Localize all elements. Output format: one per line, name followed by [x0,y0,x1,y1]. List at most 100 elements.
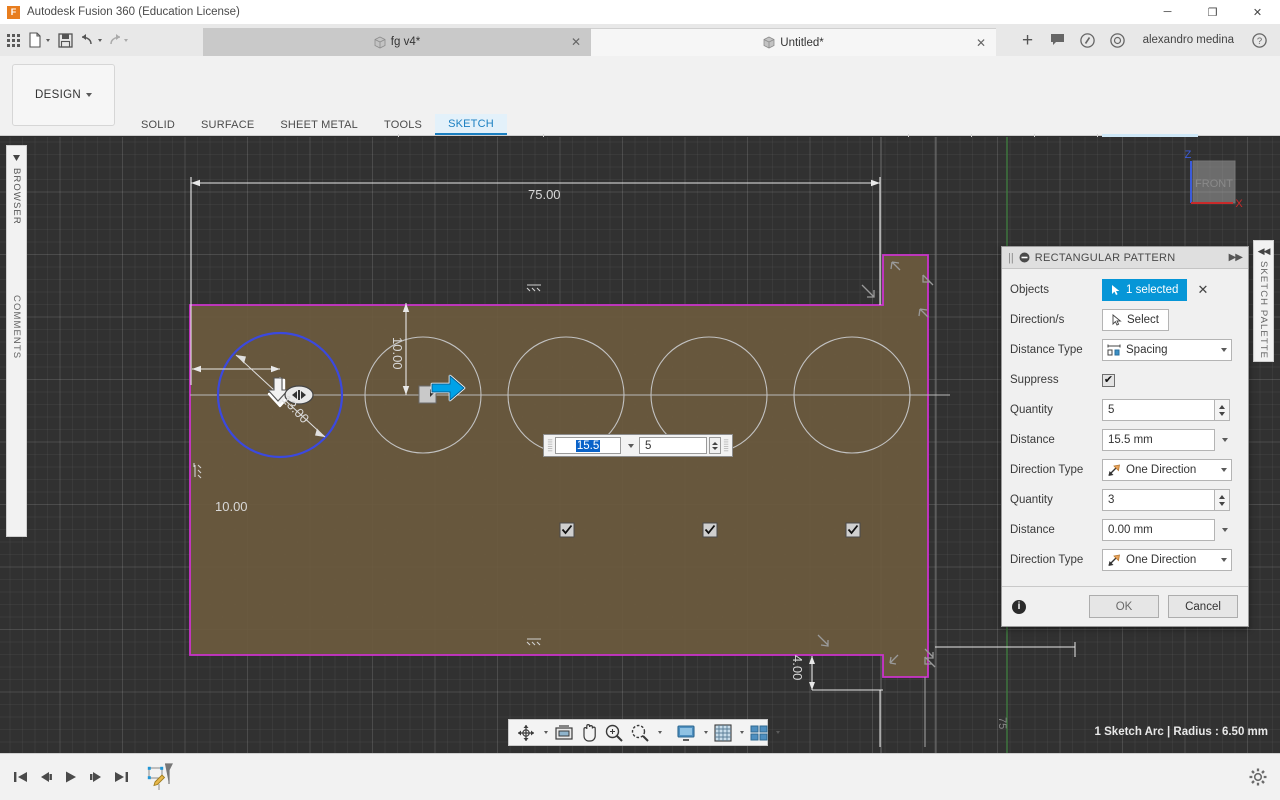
zoom-window-icon[interactable] [627,720,653,745]
inline-distance-input[interactable]: 15.5 [555,437,621,454]
zoom-icon[interactable] [601,720,627,745]
dimension-horizontal-offset[interactable]: 10.00 [215,499,248,514]
drag-handle-icon[interactable] [723,438,729,453]
ok-button[interactable]: OK [1089,595,1159,618]
sidebar-item-browser[interactable]: BROWSER [11,168,22,225]
rectangular-pattern-dialog[interactable]: || RECTANGULAR PATTERN ▶▶ Objects 1 sele… [1001,246,1249,627]
left-dock: BROWSER COMMENTS [6,145,27,537]
label-distance-1: Distance [1010,434,1055,446]
cancel-button[interactable]: Cancel [1168,595,1238,618]
tab-sheet-metal[interactable]: SHEET METAL [267,114,371,135]
orbit-icon[interactable] [513,720,539,745]
sidebar-item-sketch-palette[interactable]: SKETCH PALETTE [1258,261,1269,359]
directions-selection-button[interactable]: Select [1102,309,1169,331]
settings-gear-icon[interactable] [1248,767,1268,787]
distance-type-dropdown[interactable]: Spacing [1102,339,1232,361]
inline-value-editor[interactable]: 15.5 5 [543,434,733,457]
inline-quantity-input[interactable]: 5 [639,437,708,454]
tab-sketch[interactable]: SKETCH [435,114,507,135]
viewports-dropdown-icon[interactable] [771,720,783,745]
objects-clear-icon[interactable]: ✕ [1197,282,1208,298]
field-directions: Direction/s Select [1010,305,1238,335]
info-icon[interactable]: i [1012,599,1026,614]
sidebar-item-comments[interactable]: COMMENTS [11,295,22,359]
dimension-width[interactable]: 75.00 [528,187,561,202]
viewports-icon[interactable] [747,720,771,745]
undo-icon[interactable] [78,24,104,56]
zoom-dropdown-icon[interactable] [653,720,665,745]
close-button[interactable]: ✕ [1235,0,1280,24]
dock-pin-icon[interactable] [11,151,22,162]
drag-handle-icon[interactable] [547,438,553,453]
view-cube[interactable]: FRONT Z X [1175,147,1245,217]
display-dropdown-icon[interactable] [699,720,711,745]
quantity-2-input[interactable]: 3 [1102,489,1215,511]
distance-1-dropdown-icon[interactable] [1215,438,1232,442]
job-status-icon[interactable] [1103,24,1133,56]
dialog-grip-icon[interactable]: || [1008,252,1014,264]
quantity-1-spinner[interactable] [1215,399,1230,421]
dialog-expand-icon[interactable]: ▶▶ [1229,252,1243,263]
tab-solid[interactable]: SOLID [128,114,188,135]
direction-type-2-dropdown[interactable]: One Direction [1102,549,1232,571]
tab-surface[interactable]: SURFACE [188,114,267,135]
label-direction-type-1: Direction Type [1010,464,1084,476]
go-to-start-icon[interactable] [8,761,33,793]
dialog-collapse-icon[interactable] [1019,252,1030,263]
status-message: 1 Sketch Arc | Radius : 6.50 mm [1094,726,1268,738]
redo-icon[interactable] [104,24,130,56]
fit-view-icon[interactable] [551,720,577,745]
username-label[interactable]: alexandro medina [1133,34,1244,46]
label-suppress: Suppress [1010,374,1059,386]
right-dock: ◀◀ SKETCH PALETTE [1253,240,1274,362]
quantity-1-input[interactable]: 5 [1102,399,1215,421]
objects-selection-value: 1 selected [1126,284,1179,296]
pan-icon[interactable] [577,720,601,745]
document-tab-close-icon[interactable]: ✕ [976,36,986,50]
app-grid-icon[interactable] [0,24,26,56]
cursor-icon [1112,285,1120,295]
dimension-vertical-offset[interactable]: 10.00 [390,337,405,370]
orbit-dropdown-icon[interactable] [539,720,551,745]
dialog-header[interactable]: || RECTANGULAR PATTERN ▶▶ [1002,247,1248,269]
dimension-notch-depth[interactable]: 4.00 [790,655,805,680]
help-icon[interactable]: ? [1244,24,1274,56]
distance-2-dropdown-icon[interactable] [1215,528,1232,532]
new-file-icon[interactable] [26,24,52,56]
collapse-left-icon[interactable]: ◀◀ [1258,246,1271,257]
play-icon[interactable] [58,761,83,793]
quick-access-toolbar: fg v4* ✕ Untitled* ✕ + alexandro medina … [0,24,1280,56]
workspace-switcher-design[interactable]: DESIGN [12,64,115,126]
grid-snap-icon[interactable] [711,720,735,745]
minimize-button[interactable]: ─ [1145,0,1190,24]
maximize-button[interactable]: ❐ [1190,0,1235,24]
inline-quantity-spinner[interactable] [709,437,721,454]
ribbon: DESIGN SOLID SURFACE SHEET METAL TOOLS S… [0,56,1280,192]
go-to-end-icon[interactable] [108,761,133,793]
grid-dropdown-icon[interactable] [735,720,747,745]
sketch-feature-icon[interactable] [143,761,177,793]
document-tab-untitled[interactable]: Untitled* ✕ [591,28,996,56]
save-icon[interactable] [52,24,78,56]
document-tab-label: fg v4* [390,36,421,48]
suppress-checkbox[interactable]: ✔ [1102,373,1115,387]
distance-2-input[interactable]: 0.00 mm [1102,519,1215,541]
step-forward-icon[interactable] [83,761,108,793]
objects-selection-button[interactable]: 1 selected [1102,279,1188,301]
help-tour-icon[interactable] [1073,24,1103,56]
field-suppress: Suppress ✔ [1010,365,1238,395]
chevron-down-icon [1221,558,1227,562]
tab-tools[interactable]: TOOLS [371,114,435,135]
document-tab-close-icon[interactable]: ✕ [571,35,581,49]
step-back-icon[interactable] [33,761,58,793]
display-settings-icon[interactable] [673,720,699,745]
document-tab-fg[interactable]: fg v4* ✕ [203,28,591,56]
spacing-icon [1107,344,1121,355]
direction-type-1-dropdown[interactable]: One Direction [1102,459,1232,481]
inline-distance-dropdown-icon[interactable] [623,437,637,454]
add-tab-button[interactable]: + [1013,24,1043,56]
quantity-2-spinner[interactable] [1215,489,1230,511]
timeline-bar [0,753,1280,800]
distance-1-input[interactable]: 15.5 mm [1102,429,1215,451]
comments-icon[interactable] [1043,24,1073,56]
